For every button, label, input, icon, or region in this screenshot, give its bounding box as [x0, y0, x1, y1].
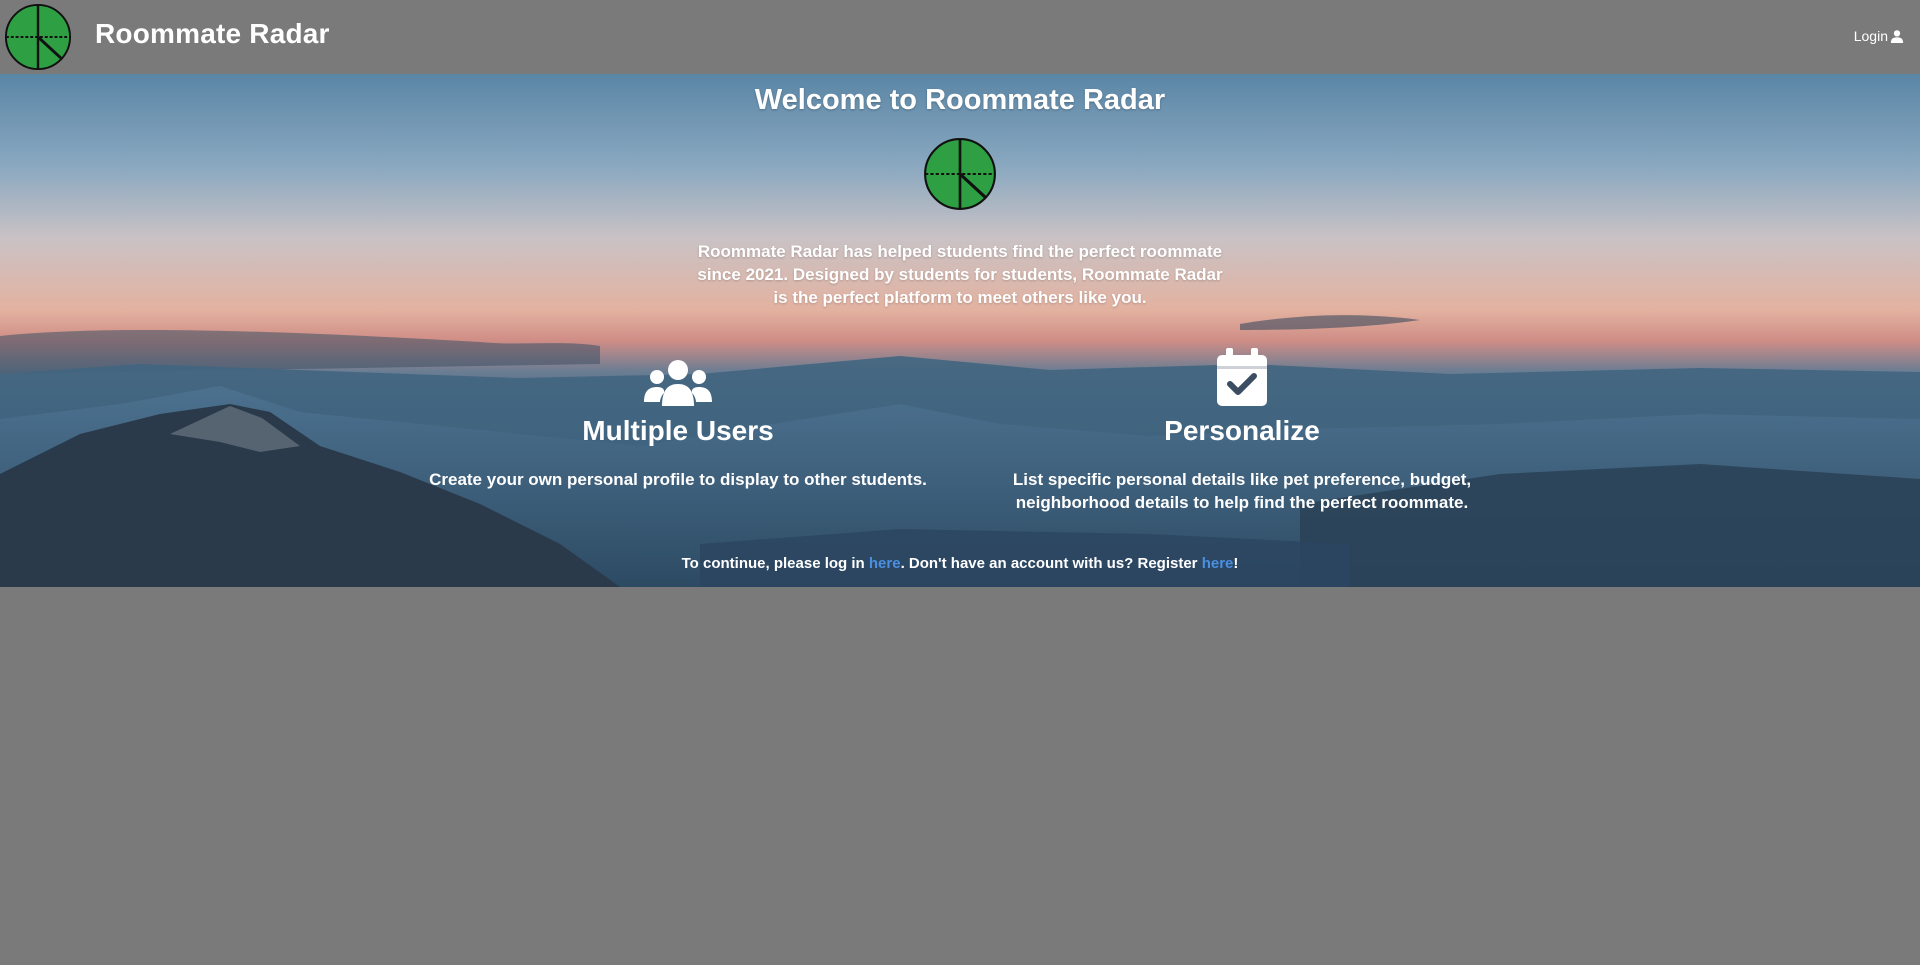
feature-description: Create your own personal profile to disp…: [429, 470, 927, 489]
users-icon: [644, 360, 712, 406]
login-label[interactable]: Login: [1854, 28, 1888, 44]
roommate-radar-logo: [924, 138, 996, 210]
hero-intro-text: Roommate Radar has helped students find …: [697, 242, 1223, 307]
continue-middle: . Don't have an account with us? Registe…: [900, 555, 1202, 572]
continue-suffix: !: [1233, 555, 1239, 572]
continue-message: To continue, please log in here. Don't h…: [0, 555, 1920, 572]
continue-prefix: To continue, please log in: [681, 555, 869, 572]
register-here-link[interactable]: here: [1202, 555, 1234, 572]
login-link[interactable]: Login: [1854, 28, 1904, 44]
feature-title: Personalize: [1164, 415, 1320, 446]
feature-title: Multiple Users: [582, 415, 774, 446]
feature-multiple-users: Multiple Users Create your own personal …: [418, 336, 938, 491]
hero-section: Welcome to Roommate Radar Roommate Radar…: [0, 74, 1920, 587]
feature-personalize: Personalize List specific personal detai…: [982, 336, 1502, 514]
calendar-check-icon: [1217, 348, 1267, 406]
feature-description: List specific personal details like pet …: [1012, 470, 1472, 512]
brand-name[interactable]: Roommate Radar: [95, 18, 330, 50]
user-icon: [1890, 30, 1904, 43]
hero-title: Welcome to Roommate Radar: [754, 84, 1166, 116]
login-here-link[interactable]: here: [869, 555, 901, 572]
roommate-radar-logo[interactable]: [4, 3, 72, 71]
navbar: Roommate Radar Login: [0, 0, 1920, 74]
